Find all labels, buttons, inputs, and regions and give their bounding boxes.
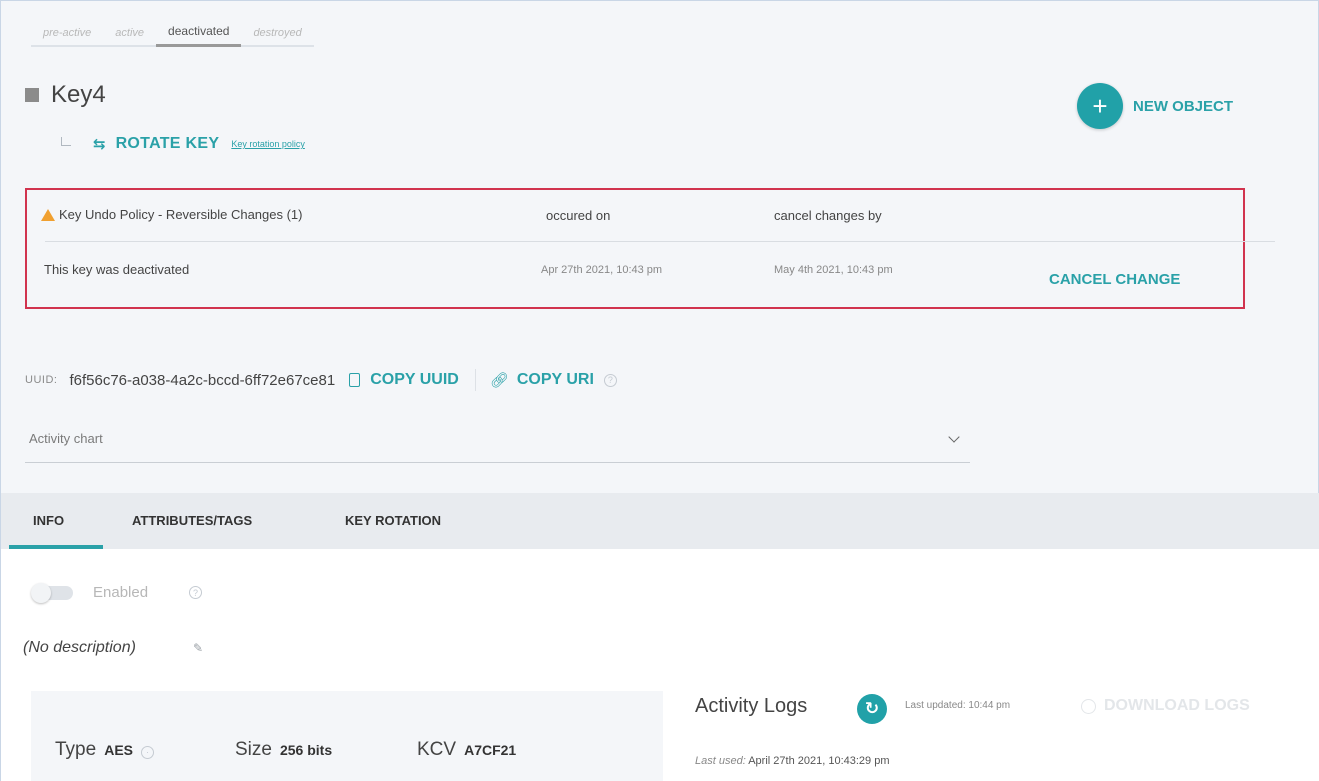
rotate-key-icon[interactable]: ⇆ [93,135,106,153]
lifecycle-step-pre-active: pre-active [31,27,104,47]
undo-change-message: This key was deactivated [44,262,190,277]
activity-chart-dropdown[interactable]: Activity chart [25,419,970,463]
column-occured-on: occured on [546,208,611,223]
toggle-knob[interactable] [31,583,51,603]
key-name: Key4 [51,81,106,108]
copy-uuid-button[interactable]: COPY UUID [370,371,459,389]
tab-key-rotation[interactable]: KEY ROTATION [345,513,441,528]
description-text: (No description) [23,639,136,656]
download-logs-label: DOWNLOAD LOGS [1104,697,1250,714]
size-value: 256 bits [279,742,333,758]
uuid-label: UUID: [25,374,58,386]
column-cancel-by: cancel changes by [774,208,882,223]
copy-uri-button[interactable]: COPY URI [517,371,594,389]
pencil-icon[interactable]: ✎ [193,641,203,655]
kcv-value: A7CF21 [464,742,517,758]
last-updated-text: Last updated: 10:44 pm [905,700,1011,711]
kcv-label: KCV [417,739,457,760]
key-rotation-policy-link[interactable]: Key rotation policy [231,139,305,149]
uuid-value: f6f56c76-a038-4a2c-bccd-6ff72e67ce81 [69,371,336,389]
kcv-property: KCV A7CF21 [417,739,516,761]
chevron-down-icon [948,431,960,443]
key-properties-card: Type AES · Size 256 bits KCV A7CF21 [31,691,663,781]
type-property: Type AES · [55,739,154,761]
activity-chart-label: Activity chart [29,431,103,446]
lifecycle-stepper: pre-active active deactivated destroyed [31,21,314,47]
link-icon[interactable]: 🔗︎ [490,371,509,389]
info-icon[interactable]: ? [603,373,617,387]
cancel-change-button[interactable]: CANCEL CHANGE [1049,271,1180,288]
type-label: Type [55,739,97,760]
size-label: Size [235,739,272,760]
type-value: AES [104,742,133,758]
info-icon[interactable]: ? [189,586,202,599]
key-state-icon [25,88,39,102]
last-used-value: April 27th 2021, 10:43:29 pm [748,755,890,767]
occured-on-date: Apr 27th 2021, 10:43 pm [541,264,663,276]
uuid-row: UUID: f6f56c76-a038-4a2c-bccd-6ff72e67ce… [25,369,617,391]
plus-icon[interactable]: + [1077,83,1123,129]
lifecycle-step-active: active [103,27,157,47]
key-title: Key4 [25,81,106,109]
cancel-by-date: May 4th 2021, 10:43 pm [774,264,893,276]
new-object-label[interactable]: NEW OBJECT [1133,98,1233,115]
tab-info[interactable]: INFO [33,513,64,528]
download-logs-button[interactable]: DOWNLOAD LOGS [1081,697,1250,715]
enabled-toggle[interactable] [31,583,73,603]
info-icon[interactable]: · [141,745,154,759]
tab-bar: INFO ATTRIBUTES/TAGS KEY ROTATION [1,493,1319,549]
warning-icon [41,208,55,221]
tab-attributes-tags[interactable]: ATTRIBUTES/TAGS [132,513,252,528]
undo-policy-title: Key Undo Policy - Reversible Changes (1) [59,207,303,222]
tree-elbow-icon [61,136,71,146]
rotate-key-button[interactable]: ROTATE KEY [116,135,220,153]
new-object-button[interactable]: + NEW OBJECT [1077,83,1233,129]
refresh-icon[interactable]: ↻ [857,694,887,724]
last-used-row: Last used: April 27th 2021, 10:43:29 pm [695,755,889,767]
undo-policy-header: Key Undo Policy - Reversible Changes (1) [41,207,303,222]
size-property: Size 256 bits [235,739,332,761]
lifecycle-step-destroyed: destroyed [241,27,314,47]
divider [474,369,476,391]
last-used-label: Last used: [695,755,746,767]
undo-policy-panel: Key Undo Policy - Reversible Changes (1)… [25,188,1275,309]
enabled-label: Enabled [93,584,149,601]
rotate-row: ⇆ ROTATE KEY Key rotation policy [61,135,305,153]
lifecycle-step-deactivated: deactivated [156,24,242,47]
copy-icon[interactable] [349,373,361,387]
download-icon [1081,698,1096,714]
activity-logs-title: Activity Logs [695,695,808,717]
divider [45,241,1275,242]
